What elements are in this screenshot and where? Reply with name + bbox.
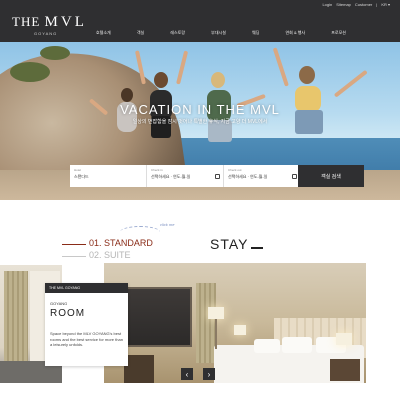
section-title: STAY	[210, 236, 263, 252]
side-table	[124, 355, 154, 383]
sitemap-link[interactable]: Sitemap	[336, 2, 351, 7]
lamp	[234, 325, 246, 335]
utility-links: Login Sitemap Customer | KR ▾	[322, 2, 390, 7]
checkin-field[interactable]: Check in 선택하세요 · 연도-월-일	[147, 165, 224, 187]
site-logo[interactable]: THE MVL GOYANG	[12, 14, 87, 36]
section-title-text: STAY	[210, 236, 249, 252]
shrub	[10, 62, 50, 82]
shrub	[40, 46, 70, 60]
lamp-stand	[215, 319, 217, 349]
nav-item-rooms[interactable]: 객실	[137, 30, 144, 36]
site-header: Login Sitemap Customer | KR ▾ THE MVL GO…	[0, 0, 400, 42]
logo-name: MVL	[44, 14, 87, 30]
room-info-card: THE MVL GOYANG GOYANG ROOM Space beyond …	[45, 283, 128, 366]
click-hint: click me	[160, 222, 175, 227]
nav-item-wedding[interactable]: 웨딩	[252, 30, 259, 36]
card-title: ROOM	[50, 308, 86, 319]
checkin-label: Check in	[151, 168, 163, 172]
booking-form: Hotel 스탠다드 Check in 선택하세요 · 연도-월-일 Check…	[70, 165, 300, 187]
curtain	[196, 283, 216, 363]
nav-item-promotion[interactable]: 프로모션	[331, 30, 346, 36]
nav-item-facilities[interactable]: 부대시설	[211, 30, 226, 36]
room-search-button[interactable]: 객실 검색	[298, 165, 364, 187]
checkin-value: 선택하세요 · 연도-월-일	[151, 174, 191, 179]
prev-arrow-icon[interactable]: ‹	[181, 368, 193, 380]
card-subtitle: GOYANG	[50, 301, 68, 306]
nav-item-events[interactable]: 연회 & 행사	[286, 30, 306, 36]
calendar-icon[interactable]	[215, 174, 220, 179]
lamp	[336, 333, 352, 345]
pillow	[282, 337, 312, 353]
tab-indicator-active	[62, 244, 86, 245]
nav-item-hotel[interactable]: 호텔소개	[96, 30, 111, 36]
hero-subtitle: 일상의 번잡함을 잠시 벗어나 특별한 휴식, 지금 고양 더 MVL에서	[132, 119, 268, 125]
nav-item-restaurant[interactable]: 레스토랑	[170, 30, 185, 36]
hint-curve	[120, 226, 160, 238]
card-tag: THE MVL GOYANG	[45, 283, 128, 293]
calendar-icon[interactable]	[292, 174, 297, 179]
curtain	[4, 271, 28, 371]
room-image-main	[104, 263, 366, 383]
hotel-select[interactable]: Hotel 스탠다드	[70, 165, 147, 187]
tab-suite[interactable]: 02. SUITE	[89, 250, 131, 260]
login-link[interactable]: Login	[322, 2, 332, 7]
card-description: Space beyond the MLV GOYANG's best rooms…	[50, 331, 123, 347]
customer-link[interactable]: Customer	[355, 2, 372, 7]
logo-location: GOYANG	[34, 31, 58, 36]
language-select[interactable]: KR ▾	[381, 2, 390, 7]
hotel-value: 스탠다드	[74, 174, 89, 179]
logo-prefix: THE	[12, 14, 41, 29]
tab-indicator	[62, 256, 86, 257]
hotel-label: Hotel	[74, 168, 82, 172]
tab-standard[interactable]: 01. STANDARD	[89, 238, 153, 248]
next-arrow-icon[interactable]: ›	[203, 368, 215, 380]
nightstand	[330, 359, 360, 381]
util-divider: |	[376, 2, 378, 7]
hero-title: VACATION IN THE MVL	[120, 102, 280, 117]
pillow	[254, 339, 280, 353]
checkout-field[interactable]: Check out 선택하세요 · 연도-월-일	[224, 165, 300, 187]
main-nav: 호텔소개 객실 레스토랑 부대시설 웨딩 연회 & 행사 프로모션	[96, 30, 346, 36]
checkout-value: 선택하세요 · 연도-월-일	[228, 174, 268, 179]
checkout-label: Check out	[228, 168, 242, 172]
title-underline	[250, 247, 263, 249]
lamp	[208, 307, 224, 319]
